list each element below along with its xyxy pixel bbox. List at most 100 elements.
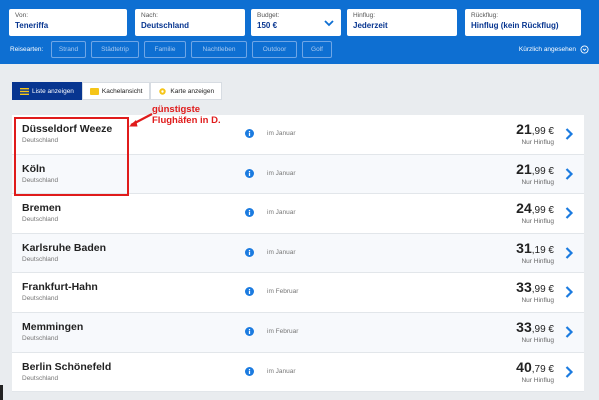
tab-tile-view[interactable]: Kachelansicht — [81, 82, 151, 100]
filter-familie[interactable]: Familie — [144, 41, 186, 58]
chevron-right-icon[interactable] — [564, 206, 574, 220]
result-country: Deutschland — [22, 216, 59, 224]
tab-list-view[interactable]: Liste anzeigen — [12, 82, 82, 100]
window-edge — [0, 385, 3, 400]
result-fare-type: Nur Hinflug — [521, 297, 554, 305]
annotation-highlight-box — [14, 117, 129, 196]
list-icon — [20, 87, 29, 95]
result-month: im Februar — [267, 288, 299, 296]
result-city: Memmingen — [22, 320, 84, 333]
info-icon[interactable] — [245, 247, 254, 257]
return-value: Hinflug (kein Rückflug) — [471, 21, 559, 30]
chevron-right-icon[interactable] — [564, 325, 574, 339]
from-field[interactable]: Von: Teneriffa — [9, 9, 127, 36]
filter-staedtetrip[interactable]: Städtetrip — [91, 41, 139, 58]
tab-tile-label: Kachelansicht — [101, 87, 143, 95]
info-icon[interactable] — [245, 326, 254, 336]
price-decimal: ,99 € — [531, 165, 554, 177]
result-row[interactable]: Memmingen Deutschland im Februar 33,99 €… — [12, 312, 584, 353]
result-row[interactable]: Frankfurt-Hahn Deutschland im Februar 33… — [12, 273, 584, 313]
budget-field[interactable]: Budget: 150 € — [251, 9, 341, 36]
result-fare-type: Nur Hinflug — [521, 178, 554, 186]
result-row[interactable]: Karlsruhe Baden Deutschland im Januar 31… — [12, 233, 584, 274]
annotation-arrow-icon — [129, 113, 153, 127]
result-country: Deutschland — [22, 295, 59, 303]
to-label: Nach: — [141, 12, 158, 19]
result-price: 33,99 € — [516, 319, 554, 335]
search-bar: Von: Teneriffa Nach: Deutschland Budget:… — [0, 0, 599, 64]
price-integer: 31 — [516, 239, 532, 256]
map-icon — [159, 87, 167, 95]
result-row[interactable]: Bremen Deutschland im Januar 24,99 € Nur… — [12, 194, 584, 234]
outbound-label: Hinflug: — [353, 12, 376, 19]
outbound-field[interactable]: Hinflug: Jederzeit — [347, 9, 457, 36]
result-price: 33,99 € — [516, 279, 554, 295]
price-integer: 40 — [516, 358, 532, 375]
chevron-down-icon[interactable] — [323, 17, 335, 29]
result-price: 31,19 € — [516, 240, 554, 256]
result-month: im Januar — [267, 169, 296, 177]
tiles-icon — [89, 87, 99, 95]
result-price: 21,99 € — [516, 161, 554, 177]
info-icon[interactable] — [245, 129, 254, 138]
tab-list-label: Liste anzeigen — [32, 87, 74, 95]
result-price: 40,79 € — [516, 359, 554, 375]
info-icon[interactable] — [245, 208, 254, 218]
tab-map-view[interactable]: Karte anzeigen — [150, 82, 223, 100]
recently-viewed-link[interactable]: Kürzlich angesehen — [519, 45, 589, 54]
filter-nachtleben[interactable]: Nachtleben — [191, 41, 247, 58]
price-decimal: ,79 € — [531, 363, 554, 375]
result-month: im Februar — [267, 327, 299, 335]
return-field[interactable]: Rückflug: Hinflug (kein Rückflug) — [465, 9, 581, 36]
annotation-text: günstigste Flughäfen in D. — [152, 104, 221, 126]
filter-strand[interactable]: Strand — [51, 41, 86, 58]
filter-golf[interactable]: Golf — [302, 41, 332, 58]
to-field[interactable]: Nach: Deutschland — [135, 9, 245, 36]
to-value: Deutschland — [141, 21, 190, 30]
result-country: Deutschland — [22, 255, 59, 263]
result-row[interactable]: Berlin Schönefeld Deutschland im Januar … — [12, 352, 584, 393]
filter-outdoor[interactable]: Outdoor — [252, 41, 297, 58]
info-icon[interactable] — [245, 366, 254, 376]
chevron-right-icon[interactable] — [564, 365, 574, 379]
result-fare-type: Nur Hinflug — [521, 257, 554, 265]
price-integer: 21 — [516, 160, 532, 177]
result-city: Frankfurt-Hahn — [22, 281, 98, 294]
chevron-circle-icon — [580, 45, 589, 54]
result-city: Karlsruhe Baden — [22, 241, 107, 254]
price-decimal: ,19 € — [531, 244, 554, 256]
from-value: Teneriffa — [15, 21, 49, 30]
result-country: Deutschland — [22, 334, 59, 342]
info-icon[interactable] — [245, 287, 254, 297]
filters-label: Reisearten: — [10, 46, 44, 53]
result-fare-type: Nur Hinflug — [521, 336, 554, 344]
return-label: Rückflug: — [471, 12, 499, 19]
view-switch: Liste anzeigen Kachelansicht Karte anzei… — [12, 82, 223, 100]
result-month: im Januar — [267, 130, 296, 137]
outbound-value: Jederzeit — [353, 21, 388, 30]
result-month: im Januar — [267, 209, 296, 217]
result-fare-type: Nur Hinflug — [521, 139, 554, 146]
annotation-line-1: günstigste — [152, 104, 201, 115]
price-decimal: ,99 € — [531, 284, 554, 296]
price-integer: 33 — [516, 279, 532, 296]
result-city: Bremen — [22, 202, 62, 215]
result-country: Deutschland — [22, 374, 59, 382]
annotation-line-2: Flughäfen in D. — [152, 115, 221, 126]
price-decimal: ,99 € — [531, 205, 554, 217]
price-integer: 21 — [516, 121, 532, 137]
info-icon[interactable] — [245, 168, 254, 178]
chevron-right-icon[interactable] — [564, 285, 574, 299]
result-price: 21,99 € — [516, 121, 554, 137]
tab-map-label: Karte anzeigen — [170, 87, 215, 95]
price-integer: 33 — [516, 318, 532, 335]
chevron-right-icon[interactable] — [564, 167, 574, 181]
trip-type-filters: Reisearten: Strand Städtetrip Familie Na… — [0, 41, 599, 59]
price-integer: 24 — [516, 200, 532, 217]
chevron-right-icon[interactable] — [564, 127, 574, 141]
from-label: Von: — [15, 12, 29, 19]
price-decimal: ,99 € — [531, 323, 554, 335]
result-price: 24,99 € — [516, 200, 554, 216]
chevron-right-icon[interactable] — [564, 246, 574, 260]
result-month: im Januar — [267, 367, 296, 375]
